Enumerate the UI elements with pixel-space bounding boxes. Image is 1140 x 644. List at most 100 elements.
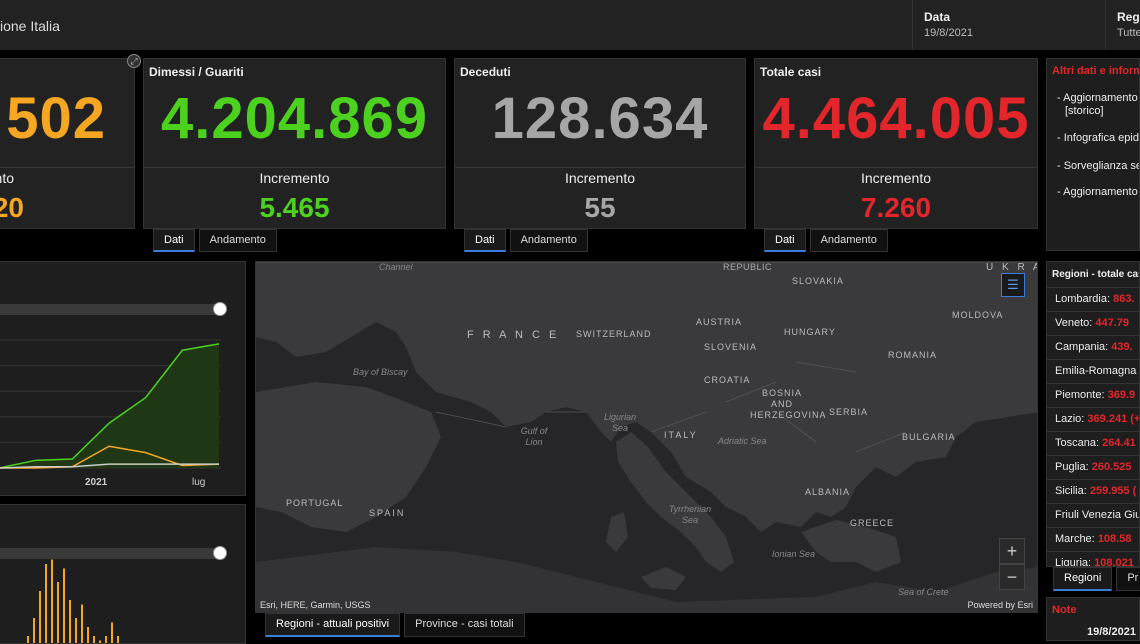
bar [87, 627, 89, 644]
region-value: 863. [1113, 293, 1134, 305]
map-label-france: F R A N C E [467, 329, 559, 341]
region-name: Campania: [1055, 341, 1108, 353]
bar [51, 560, 53, 644]
region-row[interactable]: Marche: 108.58 [1047, 527, 1140, 551]
region-value[interactable]: Tutte [1117, 27, 1140, 39]
tab-dati[interactable]: Dati [153, 229, 195, 252]
region-row[interactable]: Friuli Venezia Giu [1047, 503, 1140, 527]
links-panel: Altri dati e inform - Aggiornamento [sto… [1046, 58, 1140, 251]
tab-dati[interactable]: Dati [464, 229, 506, 252]
deceduti-increment: 55 [455, 192, 745, 224]
date-value[interactable]: 19/8/2021 [924, 27, 973, 39]
bar [39, 591, 41, 644]
note-panel: Note 19/8/2021 [1046, 597, 1140, 641]
link-infografica[interactable]: - Infografica epid [1057, 132, 1139, 145]
region-name: Marche: [1055, 533, 1095, 545]
region-row[interactable]: Puglia: 260.525 [1047, 455, 1140, 479]
expand-icon[interactable]: ⤢ [127, 54, 141, 68]
region-name: Puglia: [1055, 461, 1089, 473]
card-divider [144, 167, 445, 168]
header-separator [912, 0, 913, 50]
card-deceduti: Deceduti 128.634 Incremento 55 [454, 58, 746, 229]
tab-andamento[interactable]: Andamento [810, 229, 888, 252]
map-view[interactable]: Channel REPUBLIC U K R A F R A N C E SWI… [255, 261, 1038, 613]
map-label-hungary: HUNGARY [784, 327, 836, 337]
series-area [0, 344, 219, 468]
card-divider [455, 167, 745, 168]
map-label-gulf-lion: Gulf of Lion [514, 426, 554, 448]
link-aggiornamento[interactable]: - Aggiornamento [1057, 92, 1138, 105]
map-label-channel: Channel [379, 262, 413, 272]
region-row[interactable]: Campania: 439. [1047, 335, 1140, 359]
bar [27, 636, 29, 644]
positivi-increment: 20 [0, 192, 134, 224]
legend-list-icon[interactable]: ☰ [1001, 273, 1025, 297]
daily-chart-panel [0, 504, 246, 644]
bar [117, 636, 119, 644]
map-label-slovakia: SLOVAKIA [792, 276, 844, 286]
region-row[interactable]: Lazio: 369.241 (+ [1047, 407, 1140, 431]
links-heading: Altri dati e inform [1052, 65, 1140, 77]
region-row[interactable]: Veneto: 447.79 [1047, 311, 1140, 335]
map-label-republic: REPUBLIC [723, 262, 772, 272]
map-label-spain: SPAIN [369, 508, 405, 518]
zoom-out-button[interactable]: − [999, 564, 1025, 590]
map-label-ionian: Ionian Sea [772, 549, 815, 559]
map-label-albania: ALBANIA [805, 487, 850, 497]
tab-dati[interactable]: Dati [764, 229, 806, 252]
tab-province-casi[interactable]: Province - casi totali [404, 613, 524, 637]
link-storico[interactable]: [storico] [1065, 105, 1104, 118]
map-label-romania: ROMANIA [888, 350, 937, 360]
region-value: 369.9 [1108, 389, 1136, 401]
note-date: 19/8/2021 [1087, 626, 1136, 638]
card-positivi: 502 nto 20 [0, 58, 135, 229]
region-row[interactable]: Liguria: 108.021 [1047, 551, 1140, 567]
bar [45, 564, 47, 644]
deceduti-increment-label: Incremento [455, 170, 745, 186]
region-row[interactable]: Lombardia: 863. [1047, 287, 1140, 311]
regions-tabs: Regioni Pr [1053, 567, 1140, 591]
trend-chart-panel: 2021 lug [0, 261, 246, 496]
tab-andamento[interactable]: Andamento [510, 229, 588, 252]
region-value: 108.021 [1094, 557, 1134, 567]
guariti-title: Dimessi / Guariti [149, 65, 244, 79]
map-label-slovenia: SLOVENIA [704, 342, 757, 352]
regions-list-panel: Regioni - totale casi, Lombardia: 863.Ve… [1046, 261, 1140, 567]
app-title: ione Italia [0, 18, 60, 34]
region-value: 264.41 [1102, 437, 1136, 449]
header-separator [1105, 0, 1106, 50]
region-row[interactable]: Piemonte: 369.9 [1047, 383, 1140, 407]
map-label-tyrrhenian: Tyrrhenian Sea [662, 504, 718, 526]
tab-province[interactable]: Pr [1116, 567, 1140, 591]
guariti-increment-label: Incremento [144, 170, 445, 186]
region-row[interactable]: Sicilia: 259.955 ( [1047, 479, 1140, 503]
region-name: Lazio: [1055, 413, 1084, 425]
map-label-serbia: SERBIA [829, 407, 868, 417]
tab-andamento[interactable]: Andamento [199, 229, 277, 252]
region-row[interactable]: Toscana: 264.41 [1047, 431, 1140, 455]
date-label: Data [924, 10, 950, 24]
map-label-moldova: MOLDOVA [952, 310, 1003, 320]
guariti-increment: 5.465 [144, 192, 445, 224]
bar [33, 618, 35, 644]
tab-regioni-positivi[interactable]: Regioni - attuali positivi [265, 613, 400, 637]
positivi-value: 502 [0, 85, 134, 152]
card-totale-casi: Totale casi 4.464.005 Incremento 7.260 [754, 58, 1038, 229]
map-tabs: Regioni - attuali positivi Province - ca… [265, 613, 529, 637]
tab-regioni[interactable]: Regioni [1053, 567, 1112, 591]
note-heading: Note [1052, 604, 1076, 616]
link-aggiornamento-2[interactable]: - Aggiornamento [1057, 186, 1138, 199]
region-row[interactable]: Emilia-Romagna [1047, 359, 1140, 383]
zoom-in-button[interactable]: + [999, 538, 1025, 564]
map-label-italy: ITALY [664, 430, 698, 440]
link-sorveglianza[interactable]: - Sorveglianza se [1057, 160, 1140, 173]
map-label-adriatic: Adriatic Sea [718, 436, 767, 446]
deceduti-title: Deceduti [460, 65, 511, 79]
daily-chart [0, 505, 246, 644]
totale-casi-value: 4.464.005 [755, 85, 1037, 152]
bar [93, 636, 95, 644]
map-label-portugal: PORTUGAL [286, 498, 343, 508]
map-label-bulgaria: BULGARIA [902, 432, 956, 442]
powered-by-esri[interactable]: Powered by Esri [967, 600, 1033, 610]
bar [69, 600, 71, 644]
